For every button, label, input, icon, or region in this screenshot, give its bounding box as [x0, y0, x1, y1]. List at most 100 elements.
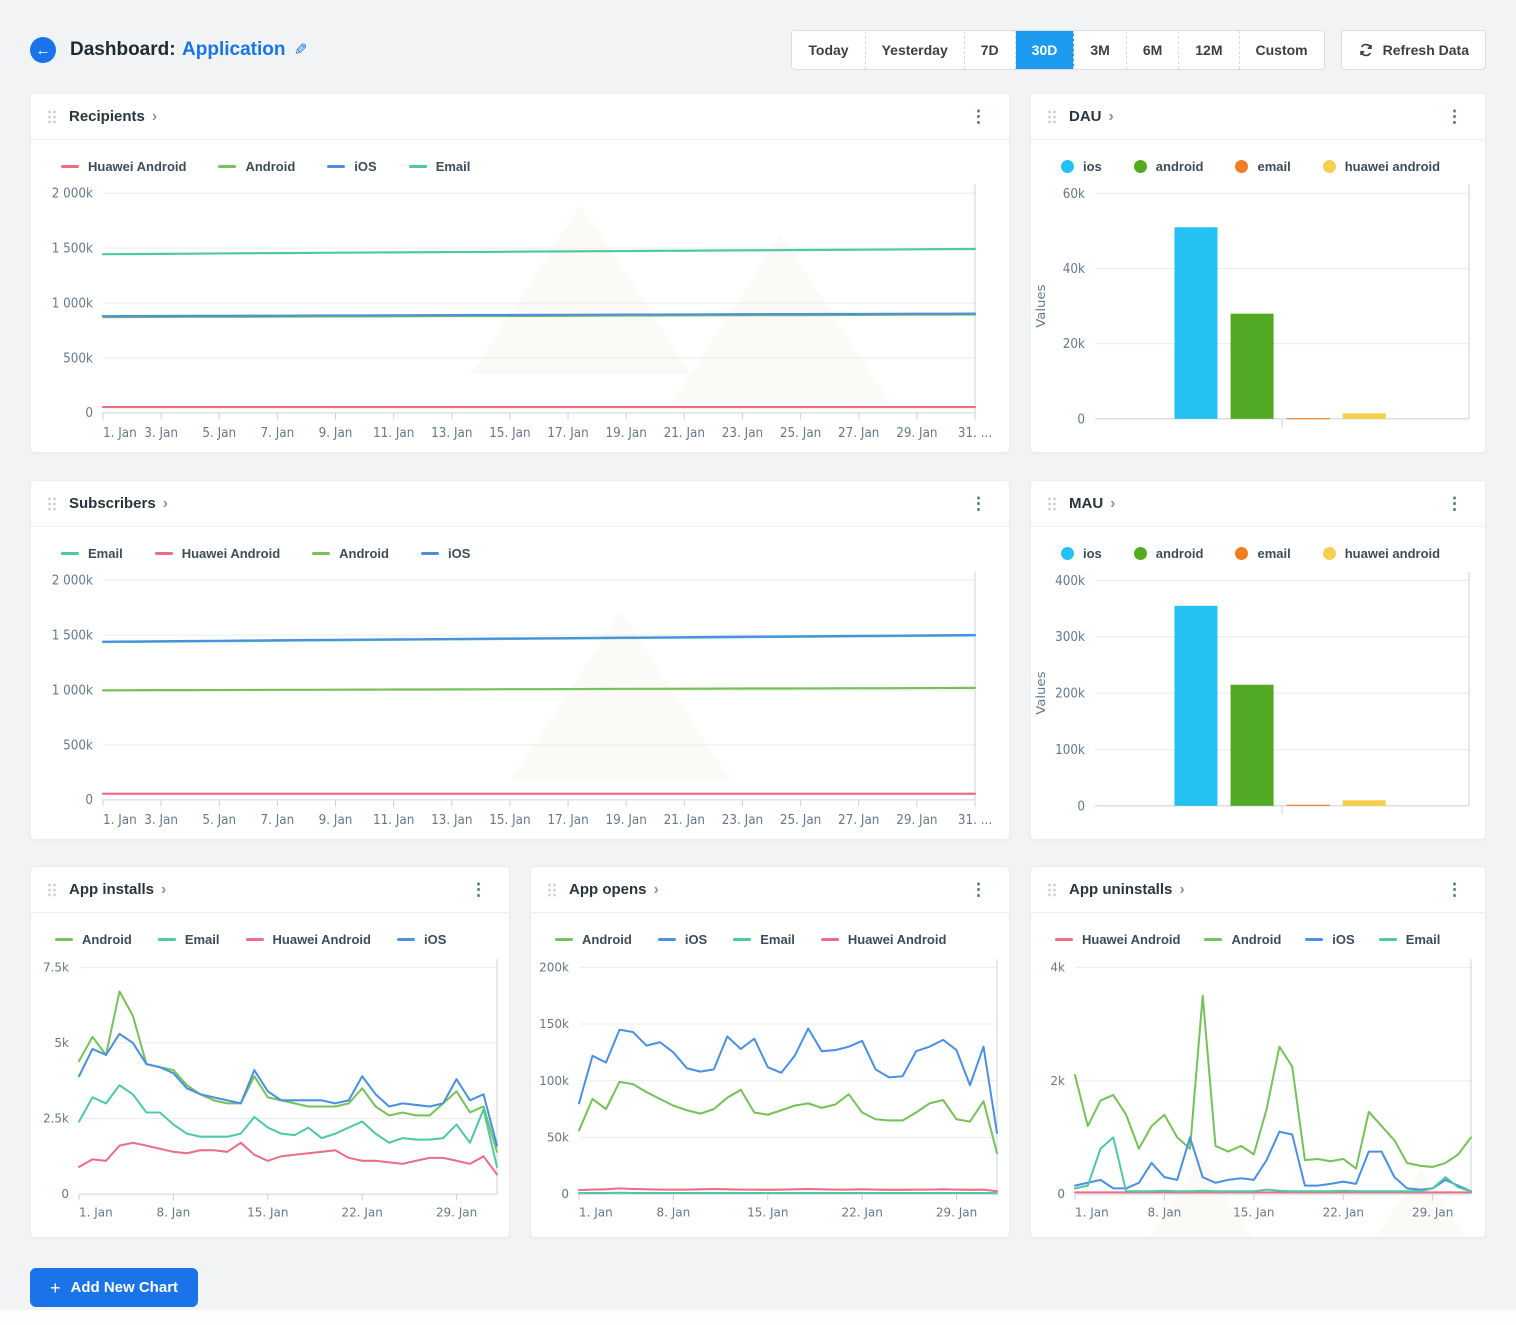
legend-item-android[interactable]: Android — [218, 159, 295, 174]
svg-text:19. Jan: 19. Jan — [606, 811, 647, 827]
legend-item-email[interactable]: Email — [61, 546, 123, 561]
drag-handle-icon[interactable] — [1047, 497, 1057, 511]
chevron-right-icon: › — [1179, 881, 1184, 899]
legend-item-ios[interactable]: iOS — [397, 932, 446, 947]
card-title-app-installs[interactable]: App installs — [69, 881, 154, 898]
dashboard-name-link[interactable]: Application — [182, 39, 285, 60]
legend-app-opens: Android iOS Email Huawei Android — [531, 913, 1009, 951]
card-title-app-uninstalls[interactable]: App uninstalls — [1069, 881, 1172, 898]
card-title-app-opens[interactable]: App opens — [569, 881, 647, 898]
svg-text:1 000k: 1 000k — [52, 682, 94, 698]
svg-text:4k: 4k — [1050, 960, 1065, 974]
svg-text:5. Jan: 5. Jan — [202, 424, 236, 440]
range-12m[interactable]: 12M — [1179, 31, 1239, 69]
legend-item-ios[interactable]: ios — [1061, 159, 1102, 174]
svg-text:1 000k: 1 000k — [52, 295, 94, 311]
drag-handle-icon[interactable] — [47, 110, 57, 124]
svg-text:0: 0 — [1057, 1187, 1065, 1201]
add-new-chart-button[interactable]: + Add New Chart — [30, 1268, 198, 1307]
svg-text:23. Jan: 23. Jan — [722, 811, 763, 827]
drag-handle-icon[interactable] — [47, 497, 57, 511]
range-today[interactable]: Today — [792, 31, 865, 69]
legend-item-ios[interactable]: iOS — [421, 546, 470, 561]
card-title-recipients[interactable]: Recipients — [69, 108, 145, 125]
svg-text:29. Jan: 29. Jan — [896, 424, 937, 440]
svg-text:100k: 100k — [1055, 741, 1085, 757]
legend-item-huawei-android[interactable]: Huawei Android — [821, 932, 946, 947]
legend-item-email[interactable]: email — [1235, 546, 1290, 561]
card-title-subscribers[interactable]: Subscribers — [69, 495, 156, 512]
card-subscribers: Subscribers › ⋮ EmailHuawei AndroidAndro… — [30, 480, 1010, 840]
legend-label: Android — [582, 932, 632, 947]
legend-item-ios[interactable]: iOS — [1305, 932, 1354, 947]
legend-item-android[interactable]: Android — [55, 932, 132, 947]
chart-subscribers: 0500k1 000k1 500k2 000k1. Jan3. Jan5. Ja… — [31, 565, 1009, 839]
range-7d[interactable]: 7D — [965, 31, 1016, 69]
legend-item-android[interactable]: Android — [312, 546, 389, 561]
legend-label: Email — [1406, 932, 1441, 947]
legend-swatch — [1061, 160, 1074, 173]
legend-item-ios[interactable]: iOS — [658, 932, 707, 947]
legend-item-email[interactable]: Email — [733, 932, 795, 947]
drag-handle-icon[interactable] — [1047, 883, 1057, 897]
svg-text:Values: Values — [1034, 672, 1048, 715]
legend-item-android[interactable]: Android — [555, 932, 632, 947]
range-6m[interactable]: 6M — [1127, 31, 1179, 69]
kebab-menu-icon[interactable]: ⋮ — [964, 492, 993, 516]
drag-handle-icon[interactable] — [547, 883, 557, 897]
legend-item-android[interactable]: Android — [1204, 932, 1281, 947]
kebab-menu-icon[interactable]: ⋮ — [1440, 105, 1469, 129]
card-title-dau[interactable]: DAU — [1069, 108, 1102, 125]
legend-swatch — [821, 938, 839, 941]
back-button[interactable]: ← — [30, 37, 56, 63]
legend-item-email[interactable]: Email — [158, 932, 220, 947]
kebab-menu-icon[interactable]: ⋮ — [1440, 492, 1469, 516]
svg-text:60k: 60k — [1063, 185, 1086, 201]
chevron-right-icon: › — [152, 108, 157, 126]
kebab-menu-icon[interactable]: ⋮ — [1440, 878, 1469, 902]
kebab-menu-icon[interactable]: ⋮ — [464, 878, 493, 902]
range-custom[interactable]: Custom — [1240, 31, 1324, 69]
legend-item-android[interactable]: android — [1134, 159, 1204, 174]
svg-text:15. Jan: 15. Jan — [1233, 1205, 1274, 1219]
drag-handle-icon[interactable] — [47, 883, 57, 897]
svg-text:300k: 300k — [1055, 629, 1085, 645]
legend-item-huawei-android[interactable]: Huawei Android — [61, 159, 186, 174]
legend-item-email[interactable]: Email — [409, 159, 471, 174]
edit-pencil-icon[interactable]: ✎ — [294, 40, 307, 60]
legend-item-huawei-android[interactable]: Huawei Android — [155, 546, 280, 561]
legend-item-huawei-android[interactable]: huawei android — [1323, 159, 1440, 174]
kebab-menu-icon[interactable]: ⋮ — [964, 878, 993, 902]
svg-text:0: 0 — [85, 405, 93, 421]
refresh-icon — [1358, 42, 1374, 58]
legend-label: Email — [760, 932, 795, 947]
legend-item-huawei-android[interactable]: huawei android — [1323, 546, 1440, 561]
svg-text:1. Jan: 1. Jan — [79, 1205, 113, 1219]
legend-swatch — [1235, 547, 1248, 560]
svg-text:8. Jan: 8. Jan — [157, 1205, 191, 1219]
legend-item-email[interactable]: Email — [1379, 932, 1441, 947]
legend-item-huawei-android[interactable]: Huawei Android — [1055, 932, 1180, 947]
legend-recipients: Huawei Android Android iOS Email — [31, 140, 1009, 178]
svg-text:5. Jan: 5. Jan — [202, 811, 236, 827]
legend-item-android[interactable]: android — [1134, 546, 1204, 561]
dashboard-page: ← Dashboard: Application ✎ Today Yesterd… — [0, 0, 1516, 1325]
refresh-data-button[interactable]: Refresh Data — [1341, 30, 1486, 70]
card-title-mau[interactable]: MAU — [1069, 495, 1103, 512]
legend-swatch — [61, 165, 79, 168]
svg-text:0: 0 — [1077, 411, 1085, 427]
kebab-menu-icon[interactable]: ⋮ — [964, 105, 993, 129]
drag-handle-icon[interactable] — [1047, 110, 1057, 124]
legend-item-email[interactable]: email — [1235, 159, 1290, 174]
range-yesterday[interactable]: Yesterday — [866, 31, 965, 69]
range-30d[interactable]: 30D — [1016, 31, 1075, 69]
legend-item-ios[interactable]: ios — [1061, 546, 1102, 561]
legend-item-ios[interactable]: iOS — [327, 159, 376, 174]
svg-text:13. Jan: 13. Jan — [431, 811, 472, 827]
range-3m[interactable]: 3M — [1074, 31, 1126, 69]
legend-item-huawei-android[interactable]: Huawei Android — [246, 932, 371, 947]
legend-label: android — [1156, 546, 1204, 561]
legend-label: iOS — [685, 932, 707, 947]
legend-swatch — [397, 938, 415, 941]
legend-swatch — [1134, 160, 1147, 173]
